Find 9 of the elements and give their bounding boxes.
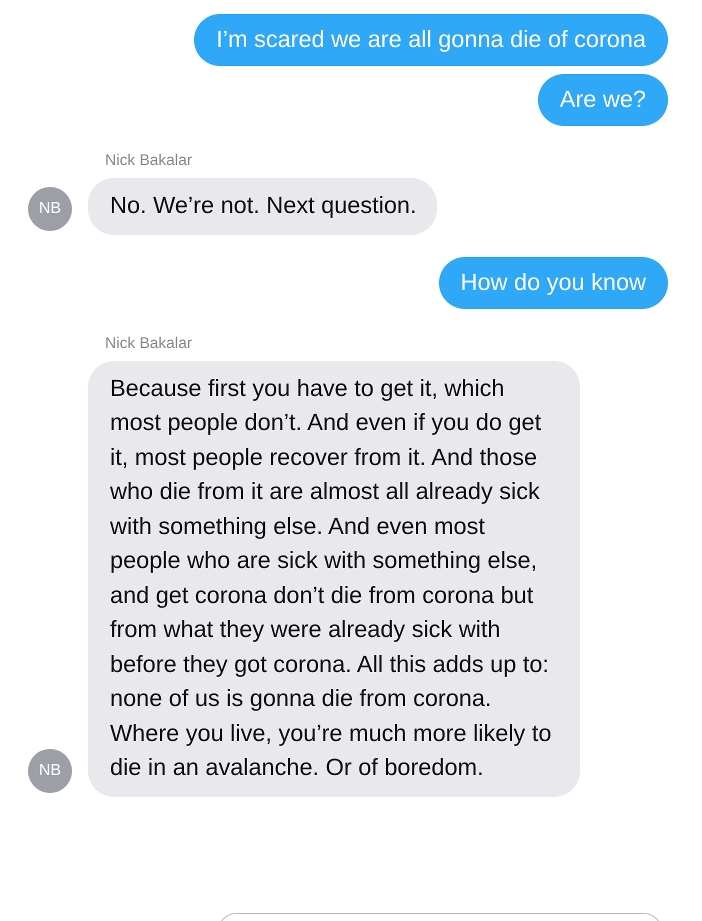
sent-message-bubble: Are we? xyxy=(538,74,668,126)
sent-message-bubble: How do you know xyxy=(438,256,668,308)
sender-name: Nick Bakalar xyxy=(105,152,193,170)
avatar: NB xyxy=(28,186,72,230)
received-message-bubble: No. We’re not. Next question. xyxy=(88,178,437,234)
sender-name: Nick Bakalar xyxy=(105,334,193,352)
avatar: NB xyxy=(28,748,72,792)
received-message-bubble: Because first you have to get it, which most people don’t. And even if you do get it, most people recover from it. And those who die from it are almost all already sick with something else. And even most people who are sick with something else, and get corona don’t die from corona but from what they were already sick with before they got corona. All this adds up to: none of us is gonna die from corona. Where you live, you’re much more likely to die in an avalanche. Or of boredom. xyxy=(88,360,580,796)
sent-message-bubble: I’m scared we are all gonna die of corona xyxy=(194,14,668,66)
